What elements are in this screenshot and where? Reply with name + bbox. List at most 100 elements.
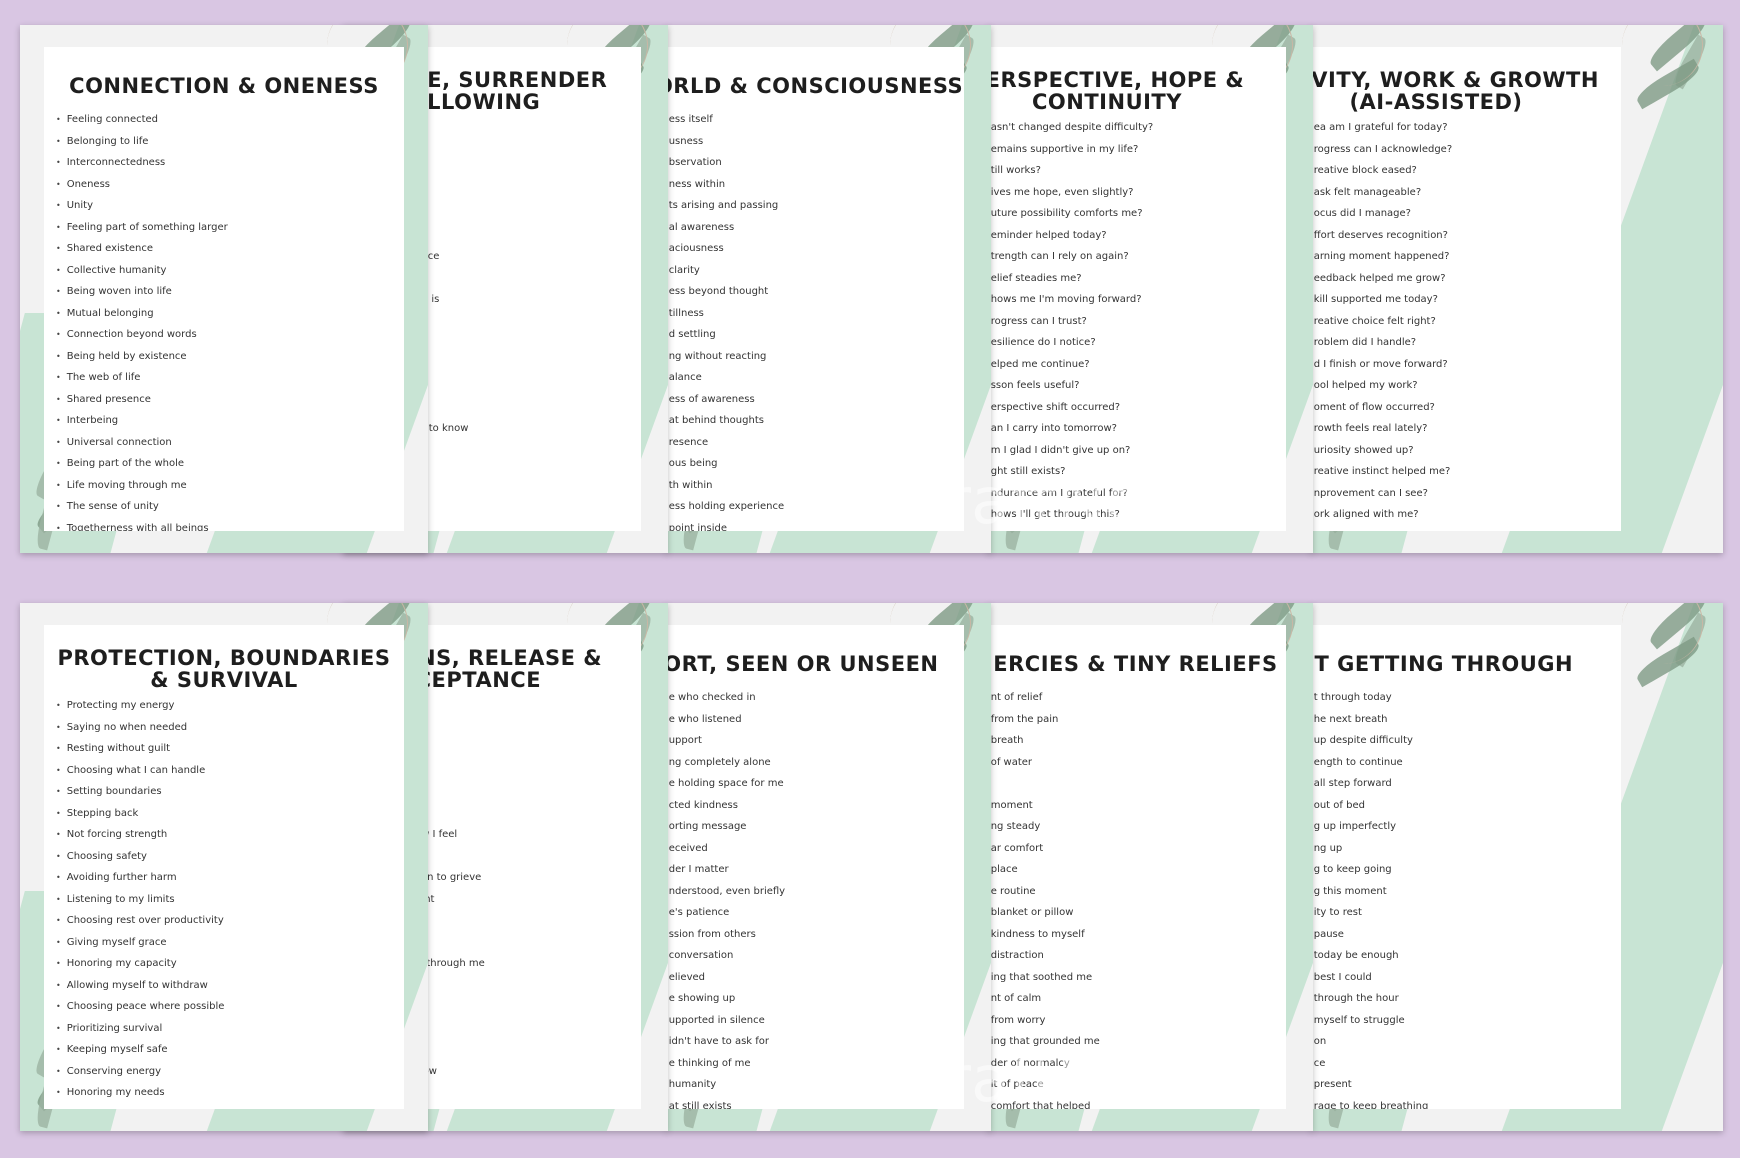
list-item: Not forcing strength [56,824,224,846]
list-item: ng up [1311,838,1428,860]
list-sheet: PERSPECTIVE, HOPE &CONTINUITY asn't chang… [988,47,1286,531]
page-title: ST GETTING THROUGH [1311,653,1621,675]
printable-page-card: ATIVITY, WORK & GROWTH(AI-ASSISTED)ea am… [1311,25,1723,553]
prompt-list: Protecting my energySaying no when neede… [56,695,225,1109]
list-item: ity to rest [1311,902,1428,924]
printable-page-card: CONNECTION & ONENESS Feeling connectedBel… [20,25,428,553]
list-item: sson feels useful? [988,375,1153,397]
list-item: Being woven into life [56,281,228,303]
prompt-list: ea am I grateful for today?rogress can I… [1311,117,1452,531]
printable-page-card: PROTECTION, BOUNDARIES& SURVIVALProtecti… [20,603,428,1131]
list-item: cted kindness [666,795,785,817]
list-item: Being held by existence [56,346,228,368]
list-item: uture possibility comforts me? [988,203,1153,225]
list-item: Shared existence [56,238,228,260]
list-item: orting message [666,816,785,838]
list-item: emains supportive in my life? [988,139,1153,161]
list-item: e thinking of me [666,1053,785,1075]
printable-page-card: ST GETTING THROUGH t through todayhe next… [1311,603,1723,1131]
list-item: ess of awareness [666,389,784,411]
list-item: ssion from others [666,924,785,946]
list-item: uriosity showed up? [1311,440,1452,462]
list-item: Connection beyond words [56,324,228,346]
title-line-1: ATIVITY, WORK & GROWTH [1311,68,1599,92]
list-item: g to keep going [1311,859,1428,881]
list-item: rogress can I acknowledge? [1311,139,1452,161]
list-item: ess holding experience [666,496,784,518]
list-item: erspective shift occurred? [988,397,1153,419]
list-item: th within [666,475,784,497]
list-item: distraction [988,945,1100,967]
list-item: d I finish or move forward? [1311,354,1452,376]
list-item: reative block eased? [1311,160,1452,182]
list-item: g up imperfectly [1311,816,1428,838]
list-item: Allowing myself to withdraw [56,975,224,997]
page-title: ATIVITY, WORK & GROWTH(AI-ASSISTED) [1311,69,1621,113]
list-item: The web of life [56,367,228,389]
list-item: today be enough [1311,945,1428,967]
list-item: ar comfort [988,838,1100,860]
row-top: CONNECTION & ONENESS Feeling connectedBel… [20,25,1723,555]
list-item: aciousness [666,238,784,260]
list-item: point inside [666,518,784,532]
list-item: esilience do I notice? [988,332,1153,354]
list-item: of water [988,752,1100,774]
list-item: Setting boundaries [56,781,224,803]
list-item: Keeping myself safe [56,1039,224,1061]
list-item: clarity [666,260,784,282]
list-item: ng without reacting [666,346,784,368]
list-item: ocus did I manage? [1311,203,1452,225]
list-item: Listening to my limits [56,889,224,911]
list-item: Giving myself grace [56,932,224,954]
list-item: t through today [1311,687,1428,709]
list-sheet: PROTECTION, BOUNDARIES& SURVIVALProtecti… [44,625,404,1109]
list-item: an I carry into tomorrow? [988,418,1153,440]
page-title: PROTECTION, BOUNDARIES & SURVIVAL [44,647,404,691]
list-item: best I could [1311,967,1428,989]
watermark: CraftNest [900,1043,1203,1117]
list-item: Choosing what I can handle [56,760,224,782]
list-item: Interconnectedness [56,152,228,174]
list-item: e showing up [666,988,785,1010]
list-item: Choosing safety [56,846,224,868]
list-sheet: R WORLD & CONSCIOUSNESS ess itselfusnessb… [666,47,964,531]
list-item: ts arising and passing [666,195,784,217]
list-item: nprovement can I see? [1311,483,1452,505]
list-item: Choosing peace where possible [56,996,225,1018]
list-item: pause [1311,924,1428,946]
row-bottom: PROTECTION, BOUNDARIES& SURVIVALProtecti… [20,603,1723,1133]
list-item: Mutual belonging [56,303,228,325]
list-item: e's patience [666,902,785,924]
list-item: from the pain [988,709,1100,731]
list-sheet: PPORT, SEEN OR UNSEEN e who checked ine w… [666,625,964,1109]
list-item: out of bed [1311,795,1428,817]
list-item: ng completely alone [666,752,785,774]
title-line-1: ST GETTING THROUGH [1311,652,1574,676]
list-item: e routine [988,881,1100,903]
list-item: ork aligned with me? [1311,504,1452,526]
list-item: present [1311,1074,1428,1096]
list-item: Avoiding further harm [56,867,224,889]
list-item: roblem did I handle? [1311,332,1452,354]
watermark: CraftNest [900,465,1203,539]
list-item: place [988,859,1100,881]
list-item: The sense of unity [56,496,228,518]
list-sheet: LL MERCIES & TINY RELIEFSnt of relieffro… [988,625,1286,1109]
list-item: humanity [666,1074,785,1096]
list-item: Honoring my needs [56,1082,224,1104]
list-item: rage to keep breathing [1311,1096,1429,1110]
title-line-1: PERSPECTIVE, HOPE & [988,68,1245,92]
prompt-list: Feeling connectedBelonging to lifeInterc… [56,109,228,531]
list-item: Stepping back [56,803,224,825]
list-item: al awareness [666,217,784,239]
list-item: he next breath [1311,709,1428,731]
list-item: eedback helped me grow? [1311,268,1452,290]
list-item: ous being [666,453,784,475]
list-item: ives me hope, even slightly? [988,182,1153,204]
list-item: kindness to myself [988,924,1100,946]
page-title: PERSPECTIVE, HOPE & CONTINUITY [988,69,1286,113]
list-item: myself to struggle [1311,1010,1428,1032]
list-item: Honoring my capacity [56,953,224,975]
list-item: breath [988,730,1100,752]
list-item: usness [666,131,784,153]
